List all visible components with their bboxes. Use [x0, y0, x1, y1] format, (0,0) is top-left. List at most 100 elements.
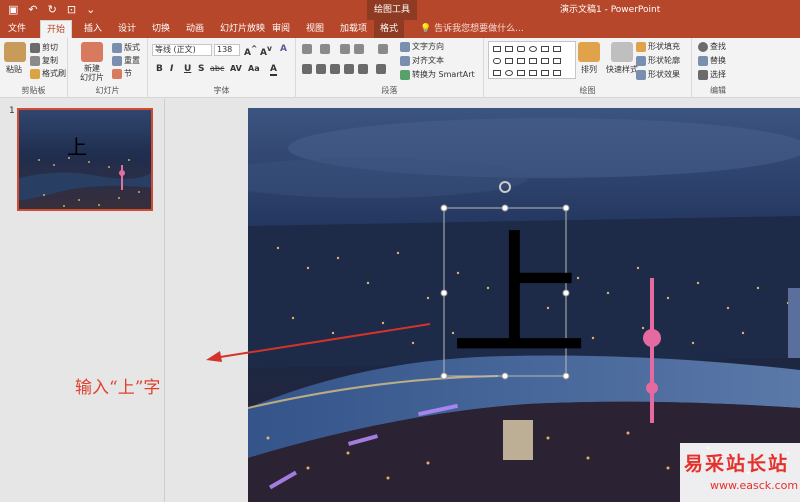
group-font: 等线 (正文) 138 A^ Av A B I U S abc AV Aa A …	[148, 38, 296, 98]
shape-rectangle[interactable]	[553, 46, 561, 52]
shape-rectangle[interactable]	[541, 58, 549, 64]
shape-rectangle[interactable]	[529, 70, 537, 76]
font-color-button[interactable]: A	[270, 64, 277, 76]
new-slide-icon	[81, 42, 103, 62]
resize-handle[interactable]	[440, 372, 448, 380]
quick-styles-icon	[611, 42, 633, 62]
save-icon[interactable]: ▣	[8, 3, 18, 17]
align-left-icon[interactable]	[302, 64, 312, 74]
shape-rectangle[interactable]	[493, 46, 501, 52]
tab-review[interactable]: 审阅	[266, 20, 296, 38]
customize-icon[interactable]: ⌄	[86, 3, 95, 17]
cut-button[interactable]: 剪切	[30, 42, 58, 53]
slide-thumbnail[interactable]: 上	[17, 108, 153, 211]
strikethrough-button[interactable]: abc	[210, 64, 224, 73]
copy-button[interactable]: 复制	[30, 55, 58, 66]
align-text-label: 对齐文本	[412, 56, 444, 65]
arrange-button[interactable]: 排列	[578, 42, 600, 75]
paste-button[interactable]: 粘贴	[4, 42, 26, 75]
shape-rectangle[interactable]	[505, 58, 513, 64]
italic-button[interactable]: I	[170, 64, 173, 74]
shape-rectangle[interactable]	[529, 58, 537, 64]
shape-rounded-rect[interactable]	[493, 58, 501, 64]
start-from-beginning-icon[interactable]: ⊡	[67, 3, 76, 17]
tab-animations[interactable]: 动画	[180, 20, 210, 38]
resize-handle[interactable]	[501, 204, 509, 212]
justify-icon[interactable]	[344, 64, 354, 74]
distributed-icon[interactable]	[358, 64, 368, 74]
replace-button[interactable]: 替换	[698, 55, 726, 66]
shapes-gallery[interactable]	[488, 41, 576, 79]
shape-effects-button[interactable]: 形状效果	[636, 69, 680, 80]
rotate-handle-icon[interactable]	[499, 181, 511, 193]
shape-oval[interactable]	[529, 46, 537, 52]
underline-button[interactable]: U	[184, 64, 191, 74]
numbering-icon[interactable]	[320, 44, 330, 54]
columns-icon[interactable]	[376, 64, 386, 74]
clear-format-icon[interactable]: A	[280, 44, 287, 54]
tab-transitions[interactable]: 切换	[146, 20, 176, 38]
shape-rounded-rect[interactable]	[517, 46, 525, 52]
redo-icon[interactable]: ↻	[48, 3, 57, 17]
char-spacing-button[interactable]: AV	[230, 64, 242, 73]
reset-label: 重置	[124, 56, 140, 65]
increase-indent-icon[interactable]	[354, 44, 364, 54]
tell-me-box[interactable]: 💡 告诉我您想要做什么...	[420, 20, 524, 38]
resize-handle[interactable]	[440, 204, 448, 212]
format-painter-button[interactable]: 格式刷	[30, 68, 66, 79]
shape-rectangle[interactable]	[517, 70, 525, 76]
decrease-indent-icon[interactable]	[340, 44, 350, 54]
smartart-button[interactable]: 转换为 SmartArt	[400, 69, 475, 80]
reset-button[interactable]: 重置	[112, 55, 140, 66]
tab-file[interactable]: 文件	[2, 20, 32, 38]
effects-icon	[636, 69, 646, 80]
font-name-select[interactable]: 等线 (正文)	[152, 44, 212, 56]
section-button[interactable]: 节	[112, 68, 132, 79]
undo-icon[interactable]: ↶	[28, 3, 37, 17]
bold-button[interactable]: B	[156, 64, 163, 74]
shape-fill-button[interactable]: 形状填充	[636, 41, 680, 52]
font-size-select[interactable]: 138	[214, 44, 240, 56]
tab-view[interactable]: 视图	[300, 20, 330, 38]
text-direction-button[interactable]: 文字方向	[400, 41, 444, 52]
tab-home[interactable]: 开始	[40, 20, 73, 38]
decrease-font-icon[interactable]: Av	[260, 44, 272, 58]
layout-button[interactable]: 版式	[112, 42, 140, 53]
tab-slideshow[interactable]: 幻灯片放映	[214, 20, 271, 38]
increase-font-icon[interactable]: A^	[244, 44, 257, 58]
resize-handle[interactable]	[562, 204, 570, 212]
align-text-button[interactable]: 对齐文本	[400, 55, 444, 66]
shadow-button[interactable]: S	[198, 64, 204, 74]
shape-outline-button[interactable]: 形状轮廓	[636, 55, 680, 66]
paste-label: 粘贴	[6, 65, 22, 74]
shape-fill-label: 形状填充	[648, 42, 680, 51]
new-slide-button[interactable]: 新建 幻灯片	[74, 42, 110, 82]
shape-rectangle[interactable]	[517, 58, 525, 64]
tab-addins[interactable]: 加载项	[334, 20, 373, 38]
change-case-button[interactable]: Aa	[248, 64, 260, 73]
shape-oval[interactable]	[505, 70, 513, 76]
tab-design[interactable]: 设计	[112, 20, 142, 38]
tell-me-text: 告诉我您想要做什么...	[434, 24, 524, 34]
find-button[interactable]: 查找	[698, 41, 726, 52]
tab-format[interactable]: 格式	[374, 20, 405, 38]
select-button[interactable]: 选择	[698, 69, 726, 80]
shape-rectangle[interactable]	[541, 46, 549, 52]
resize-handle[interactable]	[440, 289, 448, 297]
shape-rectangle[interactable]	[493, 70, 501, 76]
annotation-text: 输入“上”字	[75, 378, 161, 398]
reset-icon	[112, 55, 122, 66]
align-right-icon[interactable]	[330, 64, 340, 74]
tab-insert[interactable]: 插入	[78, 20, 108, 38]
shape-rectangle[interactable]	[553, 70, 561, 76]
align-center-icon[interactable]	[316, 64, 326, 74]
text-box-selection[interactable]: 上	[440, 180, 588, 380]
shape-rectangle[interactable]	[553, 58, 561, 64]
pen-icon	[636, 55, 646, 66]
line-spacing-icon[interactable]	[378, 44, 388, 54]
shape-rectangle[interactable]	[541, 70, 549, 76]
slide-text[interactable]: 上	[450, 216, 588, 377]
bullets-icon[interactable]	[302, 44, 312, 54]
align-text-icon	[400, 55, 410, 66]
shape-rectangle[interactable]	[505, 46, 513, 52]
